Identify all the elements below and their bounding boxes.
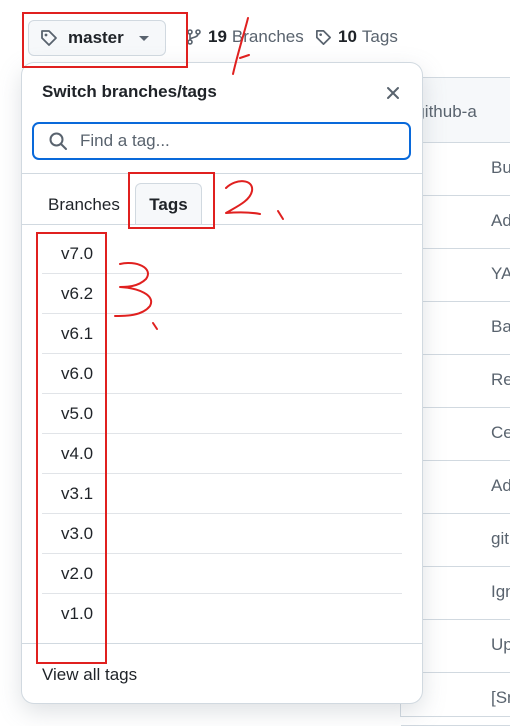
tags-link[interactable]: 10 Tags — [314, 27, 398, 47]
row-text: Ce — [491, 423, 510, 442]
search-icon — [49, 132, 67, 150]
tag-search-box[interactable] — [32, 122, 411, 160]
row-text: [Sn — [491, 688, 510, 707]
panel-title: Switch branches/tags — [42, 82, 217, 101]
tab-branches[interactable]: Branches — [48, 195, 120, 215]
row-text: Ba — [491, 317, 510, 336]
row-text: Ign — [491, 582, 510, 601]
view-all-tags-link[interactable]: View all tags — [42, 665, 137, 685]
close-icon[interactable] — [382, 82, 404, 104]
tags-label: Tags — [361, 27, 398, 46]
branches-label: Branches — [231, 27, 304, 46]
annotation-box-branch-button — [22, 12, 188, 68]
row-text: Ad — [491, 211, 510, 230]
row-text: Ad — [491, 476, 510, 495]
annotation-box-tag-list — [36, 232, 107, 664]
annotation-box-tags-tab — [128, 172, 215, 229]
tag-icon — [315, 29, 332, 45]
divider — [22, 224, 422, 225]
branches-count: 19 — [208, 27, 227, 46]
row-text: YA — [491, 264, 510, 283]
divider — [22, 173, 422, 174]
tag-search-input[interactable] — [78, 130, 382, 152]
tags-count: 10 — [338, 27, 357, 46]
row-text: Re — [491, 370, 510, 389]
row-text: Up — [491, 635, 510, 654]
row-text: Bu — [491, 158, 510, 177]
row-text: git — [491, 529, 509, 548]
branches-link[interactable]: 19 Branches — [185, 27, 304, 47]
